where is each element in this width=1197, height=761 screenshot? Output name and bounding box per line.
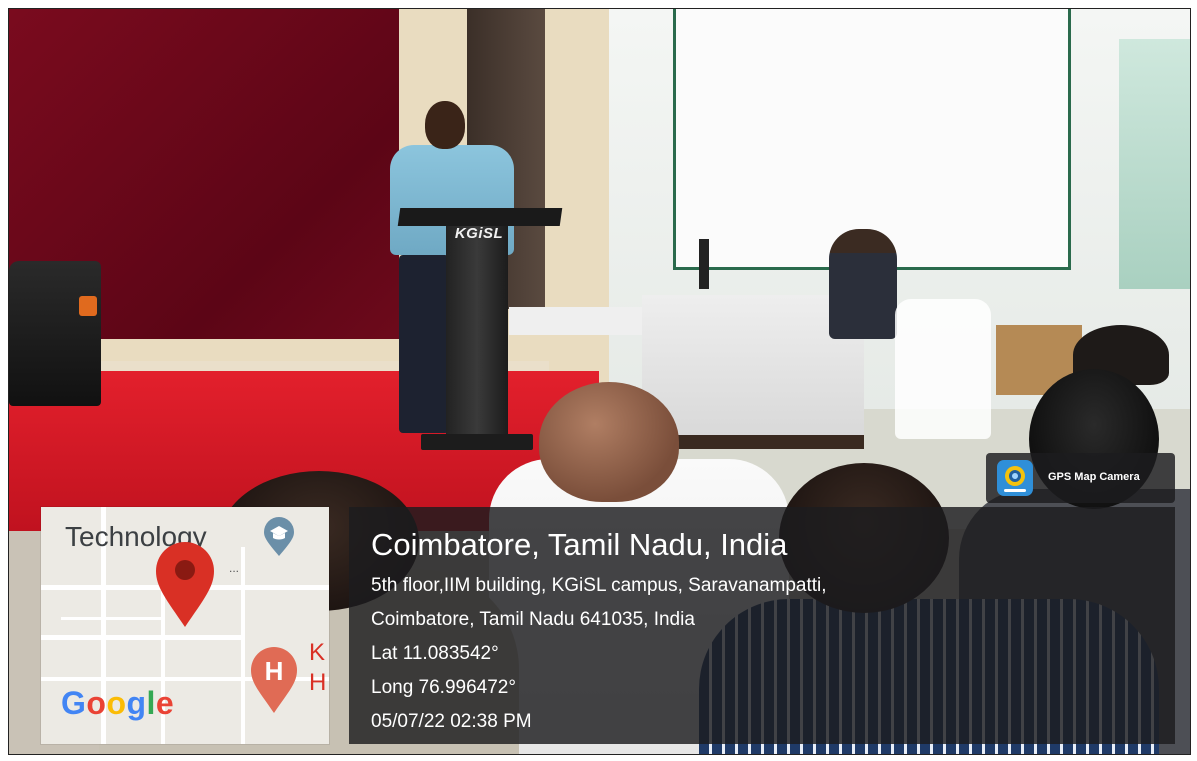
longitude: Long 76.996472°	[371, 677, 516, 698]
hospital-marker-letter: H	[265, 656, 284, 686]
podium	[446, 224, 508, 439]
plastic-chair	[895, 299, 991, 439]
map-place-dots: ...	[229, 561, 240, 575]
speaker-legs	[399, 255, 449, 433]
speaker-head	[425, 101, 465, 149]
photo-frame: KGiSL GPS Map Camera Technology ... H K …	[8, 8, 1191, 755]
google-logo-letter: G	[61, 685, 87, 721]
google-logo-letter: e	[155, 685, 175, 721]
school-marker-icon	[264, 517, 294, 556]
window	[1119, 39, 1190, 289]
gps-map-camera-icon	[997, 460, 1033, 496]
google-logo: Google	[61, 685, 174, 722]
audience-head	[539, 382, 679, 502]
google-logo-text: Google	[61, 685, 174, 721]
gps-app-badge: GPS Map Camera	[986, 453, 1175, 503]
map-road	[61, 617, 161, 620]
google-logo-letter: g	[126, 685, 147, 721]
google-logo-letter: o	[106, 685, 127, 721]
gps-app-label: GPS Map Camera	[1048, 471, 1140, 483]
stage-sofa	[9, 261, 101, 406]
sofa-cushion	[79, 296, 97, 316]
map-place-label: K	[309, 639, 326, 666]
google-logo-letter: l	[146, 685, 156, 721]
map-thumbnail[interactable]: Technology ... H K H Google	[41, 507, 329, 744]
map-road	[241, 547, 245, 744]
map-place-label: H	[309, 669, 327, 696]
podium-top	[397, 208, 563, 226]
hospital-marker-icon: H	[251, 647, 297, 713]
address-line-1: 5th floor,IIM building, KGiSL campus, Sa…	[371, 575, 827, 596]
location-pin-icon	[156, 542, 214, 627]
date-time: 05/07/22 02:38 PM	[371, 711, 532, 732]
seated-attendee	[829, 229, 897, 339]
desk-monitor	[699, 239, 709, 289]
google-logo-letter: o	[86, 685, 107, 721]
podium-base	[421, 434, 533, 450]
location-title: Coimbatore, Tamil Nadu, India	[371, 527, 788, 562]
podium-logo: KGiSL	[454, 225, 504, 242]
address-line-2: Coimbatore, Tamil Nadu 641035, India	[371, 609, 695, 630]
latitude: Lat 11.083542°	[371, 643, 499, 664]
map-road	[41, 635, 241, 640]
location-info-panel: Coimbatore, Tamil Nadu, India 5th floor,…	[349, 507, 1175, 744]
